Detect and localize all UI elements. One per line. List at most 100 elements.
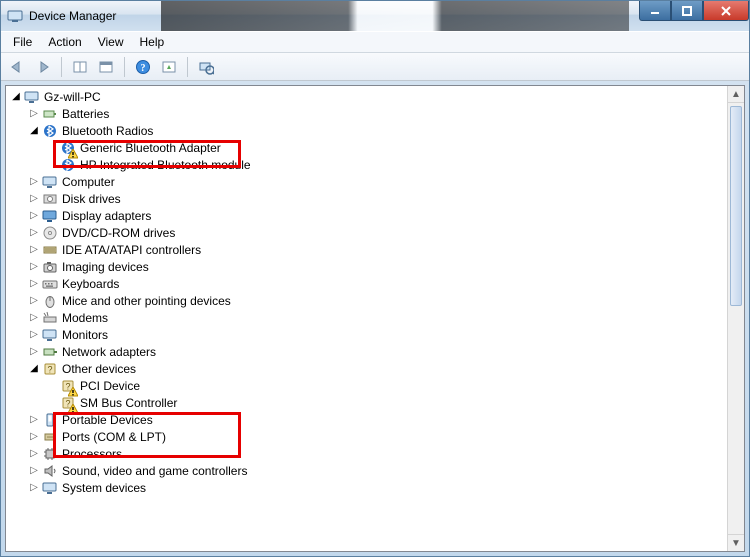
- scan-hardware-button[interactable]: [194, 55, 218, 79]
- window-controls: [639, 1, 749, 21]
- category-bluetooth[interactable]: ◢ Bluetooth Radios: [24, 122, 744, 139]
- category-computer[interactable]: ▷ Computer: [24, 173, 744, 190]
- minimize-button[interactable]: [639, 1, 671, 21]
- port-icon: [42, 429, 58, 445]
- category-modems[interactable]: ▷ Modems: [24, 309, 744, 326]
- collapse-icon[interactable]: ◢: [10, 91, 22, 103]
- expand-icon[interactable]: ▷: [28, 346, 40, 358]
- close-button[interactable]: [703, 1, 749, 21]
- category-display-adapters[interactable]: ▷ Display adapters: [24, 207, 744, 224]
- help-button[interactable]: ?: [131, 55, 155, 79]
- show-hidden-button[interactable]: [68, 55, 92, 79]
- expand-icon[interactable]: ▷: [28, 431, 40, 443]
- device-smbus[interactable]: ▷ ? SM Bus Controller: [42, 394, 744, 411]
- computer-icon: [42, 174, 58, 190]
- category-label: DVD/CD-ROM drives: [62, 226, 175, 240]
- category-sound[interactable]: ▷ Sound, video and game controllers: [24, 462, 744, 479]
- category-ide[interactable]: ▷ IDE ATA/ATAPI controllers: [24, 241, 744, 258]
- device-label: PCI Device: [80, 379, 140, 393]
- device-label: SM Bus Controller: [80, 396, 177, 410]
- device-hp-bluetooth[interactable]: ▷ HP Integrated Bluetooth module: [42, 156, 744, 173]
- scroll-up-button[interactable]: ▲: [728, 86, 744, 103]
- expand-icon[interactable]: ▷: [28, 261, 40, 273]
- collapse-icon[interactable]: ◢: [28, 125, 40, 137]
- category-disk-drives[interactable]: ▷ Disk drives: [24, 190, 744, 207]
- category-other-devices[interactable]: ◢ ? Other devices: [24, 360, 744, 377]
- menu-action[interactable]: Action: [40, 32, 89, 52]
- category-batteries[interactable]: ▷ Batteries: [24, 105, 744, 122]
- category-label: System devices: [62, 481, 146, 495]
- disk-icon: [42, 191, 58, 207]
- expand-icon[interactable]: ▷: [28, 108, 40, 120]
- menu-bar: File Action View Help: [1, 31, 749, 53]
- sound-icon: [42, 463, 58, 479]
- category-dvd[interactable]: ▷ DVD/CD-ROM drives: [24, 224, 744, 241]
- monitor-icon: [42, 327, 58, 343]
- category-label: Ports (COM & LPT): [62, 430, 166, 444]
- back-button[interactable]: [5, 55, 29, 79]
- expand-icon[interactable]: ▷: [28, 448, 40, 460]
- update-driver-button[interactable]: [157, 55, 181, 79]
- forward-button[interactable]: [31, 55, 55, 79]
- category-monitors[interactable]: ▷ Monitors: [24, 326, 744, 343]
- category-label: Other devices: [62, 362, 136, 376]
- category-label: Network adapters: [62, 345, 156, 359]
- category-label: Portable Devices: [62, 413, 153, 427]
- expand-icon[interactable]: ▷: [28, 482, 40, 494]
- category-label: Bluetooth Radios: [62, 124, 153, 138]
- expand-icon[interactable]: ▷: [28, 312, 40, 324]
- category-label: Imaging devices: [62, 260, 149, 274]
- expand-icon[interactable]: ▷: [28, 193, 40, 205]
- toolbar: ?: [1, 53, 749, 81]
- category-label: IDE ATA/ATAPI controllers: [62, 243, 201, 257]
- expand-icon[interactable]: ▷: [28, 414, 40, 426]
- portable-icon: [42, 412, 58, 428]
- category-label: Modems: [62, 311, 108, 325]
- scroll-down-button[interactable]: ▼: [728, 534, 744, 551]
- menu-file[interactable]: File: [5, 32, 40, 52]
- dvd-icon: [42, 225, 58, 241]
- category-label: Keyboards: [62, 277, 119, 291]
- category-keyboards[interactable]: ▷ Keyboards: [24, 275, 744, 292]
- maximize-button[interactable]: [671, 1, 703, 21]
- expand-icon[interactable]: ▷: [28, 295, 40, 307]
- device-label: Generic Bluetooth Adapter: [80, 141, 221, 155]
- app-icon: [7, 8, 23, 24]
- menu-help[interactable]: Help: [132, 32, 173, 52]
- device-pci[interactable]: ▷ ? PCI Device: [42, 377, 744, 394]
- category-network[interactable]: ▷ Network adapters: [24, 343, 744, 360]
- category-processors[interactable]: ▷ Processors: [24, 445, 744, 462]
- category-label: Sound, video and game controllers: [62, 464, 247, 478]
- aero-reflection: [161, 1, 629, 31]
- expand-icon[interactable]: ▷: [28, 329, 40, 341]
- category-imaging[interactable]: ▷ Imaging devices: [24, 258, 744, 275]
- other-icon: ?: [42, 361, 58, 377]
- toolbar-separator: [61, 57, 62, 77]
- unknown-device-icon: ?: [60, 378, 76, 394]
- category-portable-devices[interactable]: ▷ Portable Devices: [24, 411, 744, 428]
- tree-root[interactable]: ◢ Gz-will-PC: [6, 88, 744, 105]
- collapse-icon[interactable]: ◢: [28, 363, 40, 375]
- expand-icon[interactable]: ▷: [28, 465, 40, 477]
- category-label: Monitors: [62, 328, 108, 342]
- category-mice[interactable]: ▷ Mice and other pointing devices: [24, 292, 744, 309]
- expand-icon[interactable]: ▷: [28, 278, 40, 290]
- bluetooth-icon: [60, 157, 76, 173]
- expand-icon[interactable]: ▷: [28, 210, 40, 222]
- title-bar[interactable]: Device Manager: [1, 1, 749, 31]
- category-ports[interactable]: ▷ Ports (COM & LPT): [24, 428, 744, 445]
- scroll-thumb[interactable]: [730, 106, 742, 306]
- system-icon: [42, 480, 58, 496]
- expand-icon[interactable]: ▷: [28, 227, 40, 239]
- expand-icon[interactable]: ▷: [28, 244, 40, 256]
- menu-view[interactable]: View: [90, 32, 132, 52]
- properties-button[interactable]: [94, 55, 118, 79]
- category-label: Batteries: [62, 107, 109, 121]
- battery-icon: [42, 106, 58, 122]
- category-system-devices[interactable]: ▷ System devices: [24, 479, 744, 496]
- expand-icon[interactable]: ▷: [28, 176, 40, 188]
- device-generic-bluetooth[interactable]: ▷ Generic Bluetooth Adapter: [42, 139, 744, 156]
- vertical-scrollbar[interactable]: ▲ ▼: [727, 86, 744, 551]
- category-label: Processors: [62, 447, 122, 461]
- tree-view[interactable]: ◢ Gz-will-PC ▷ Batteries ◢ Bl: [5, 85, 745, 552]
